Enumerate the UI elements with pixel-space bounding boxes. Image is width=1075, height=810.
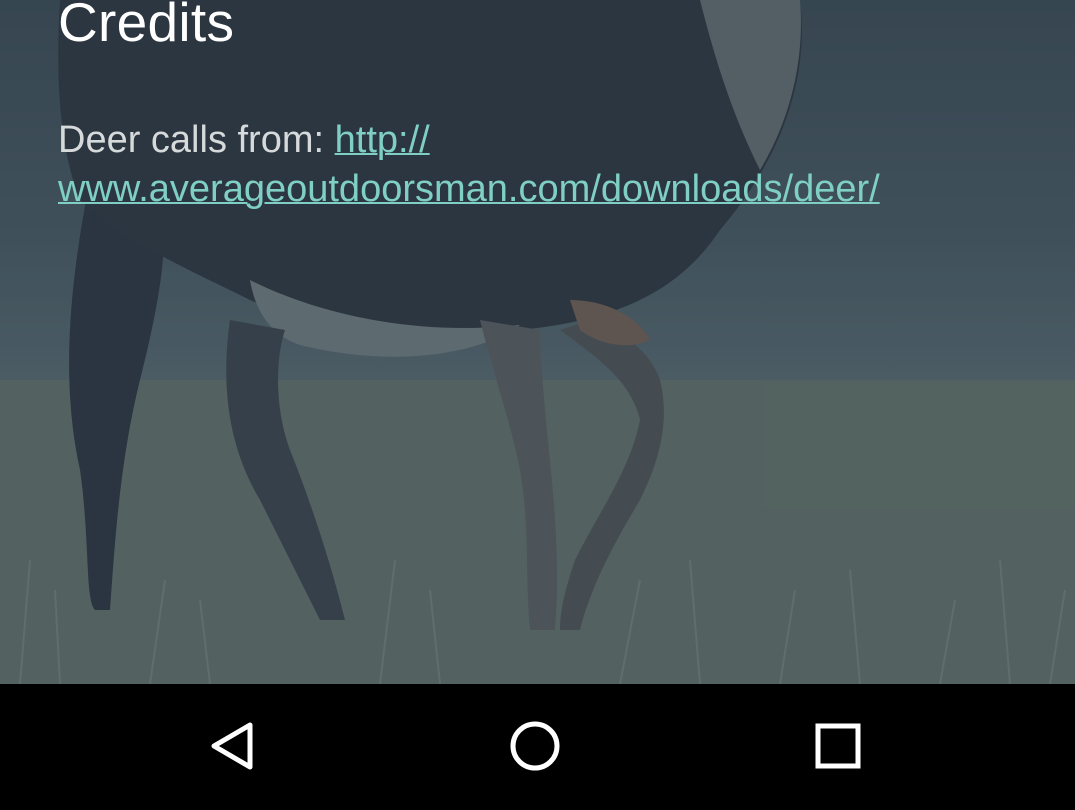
credit-prefix: Deer calls from: xyxy=(58,119,335,161)
credits-screen: Credits Deer calls from: http:// www.aver… xyxy=(0,0,1075,810)
credit-link-line1: http:// xyxy=(334,119,430,161)
content-area: Credits Deer calls from: http:// www.aver… xyxy=(0,0,1075,684)
credit-link-line2: www.averageoutdoorsman.com/downloads/dee… xyxy=(58,168,880,210)
back-icon xyxy=(211,722,253,770)
credit-text: Deer calls from: http:// www.averageoutdo… xyxy=(58,116,1048,214)
home-icon xyxy=(510,721,560,771)
back-button[interactable] xyxy=(182,696,282,796)
recents-icon xyxy=(815,723,861,769)
navigation-bar xyxy=(0,684,1075,810)
page-title: Credits xyxy=(58,0,235,53)
background-dim-overlay xyxy=(0,0,1075,684)
home-button[interactable] xyxy=(485,696,585,796)
recents-button[interactable] xyxy=(788,696,888,796)
